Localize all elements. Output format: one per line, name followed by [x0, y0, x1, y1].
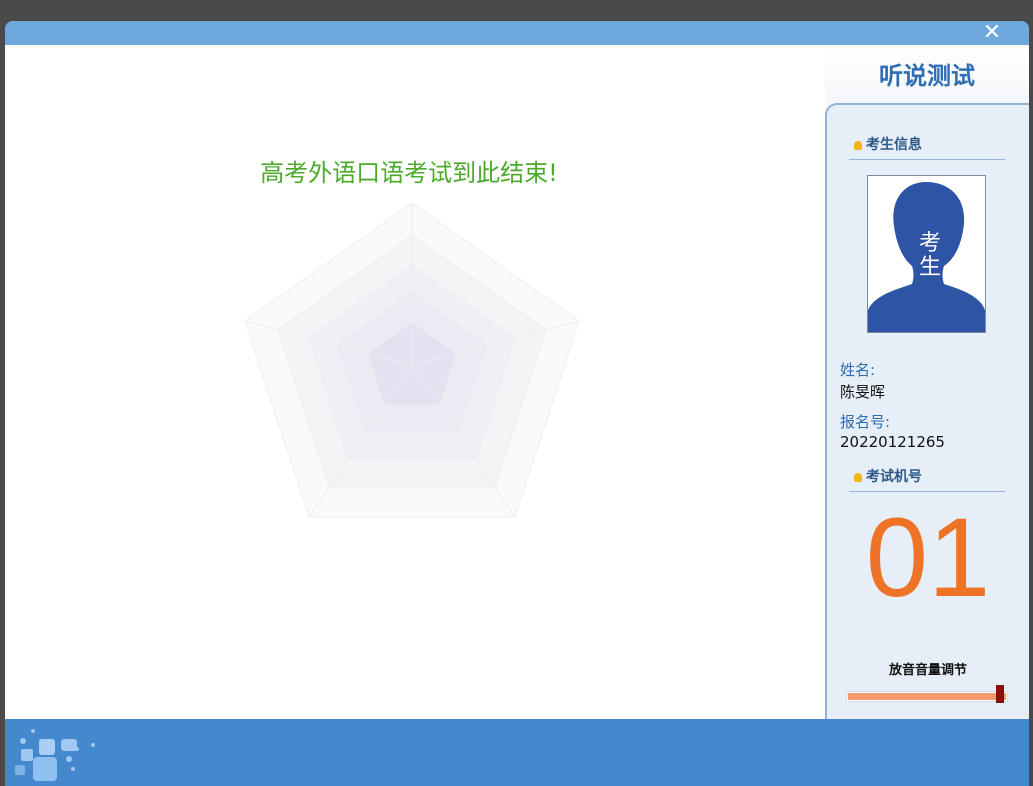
- candidate-photo: 考 生: [867, 175, 986, 333]
- bulb-icon: [854, 473, 862, 482]
- volume-label: 放音音量调节: [888, 663, 967, 678]
- photo-text-bottom: 生: [919, 255, 941, 280]
- main-content: 高考外语口语考试到此结束!: [5, 45, 825, 719]
- footer-bar: [5, 719, 1029, 786]
- volume-slider-track[interactable]: [847, 692, 1007, 701]
- registration-label: 报名号:: [840, 413, 891, 431]
- title-bar: ✕: [5, 21, 1029, 45]
- name-value: 陈旻晖: [840, 383, 886, 401]
- volume-slider-thumb[interactable]: [996, 685, 1004, 703]
- photo-text-top: 考: [919, 231, 941, 256]
- name-label: 姓名:: [840, 361, 876, 379]
- bulb-icon: [854, 141, 862, 150]
- logo-icon: [15, 729, 95, 781]
- sidebar-title: 听说测试: [825, 45, 1029, 103]
- machine-no-heading: 考试机号: [849, 463, 1005, 492]
- sidebar-panel: 考生信息 考 生 姓名: 陈旻晖 报名号: 20220121265 考试机号 0…: [825, 103, 1029, 725]
- exam-window: ✕ 高考外语口语考试到此结束! 听说测试 考生信息 考 生 姓名: 陈旻晖 报名…: [5, 21, 1029, 786]
- sidebar: 听说测试 考生信息 考 生 姓名: 陈旻晖 报名号: 20220121265 考…: [825, 45, 1029, 725]
- registration-value: 20220121265: [840, 433, 945, 451]
- machine-no-label: 考试机号: [866, 469, 922, 485]
- radar-background: [244, 203, 580, 518]
- machine-number: 01: [865, 495, 991, 620]
- end-message: 高考外语口语考试到此结束!: [260, 159, 558, 187]
- candidate-info-label: 考生信息: [866, 137, 922, 153]
- avatar-silhouette-icon: 考 生: [868, 182, 985, 332]
- candidate-info-heading: 考生信息: [849, 131, 1005, 160]
- close-icon[interactable]: ✕: [981, 22, 1003, 44]
